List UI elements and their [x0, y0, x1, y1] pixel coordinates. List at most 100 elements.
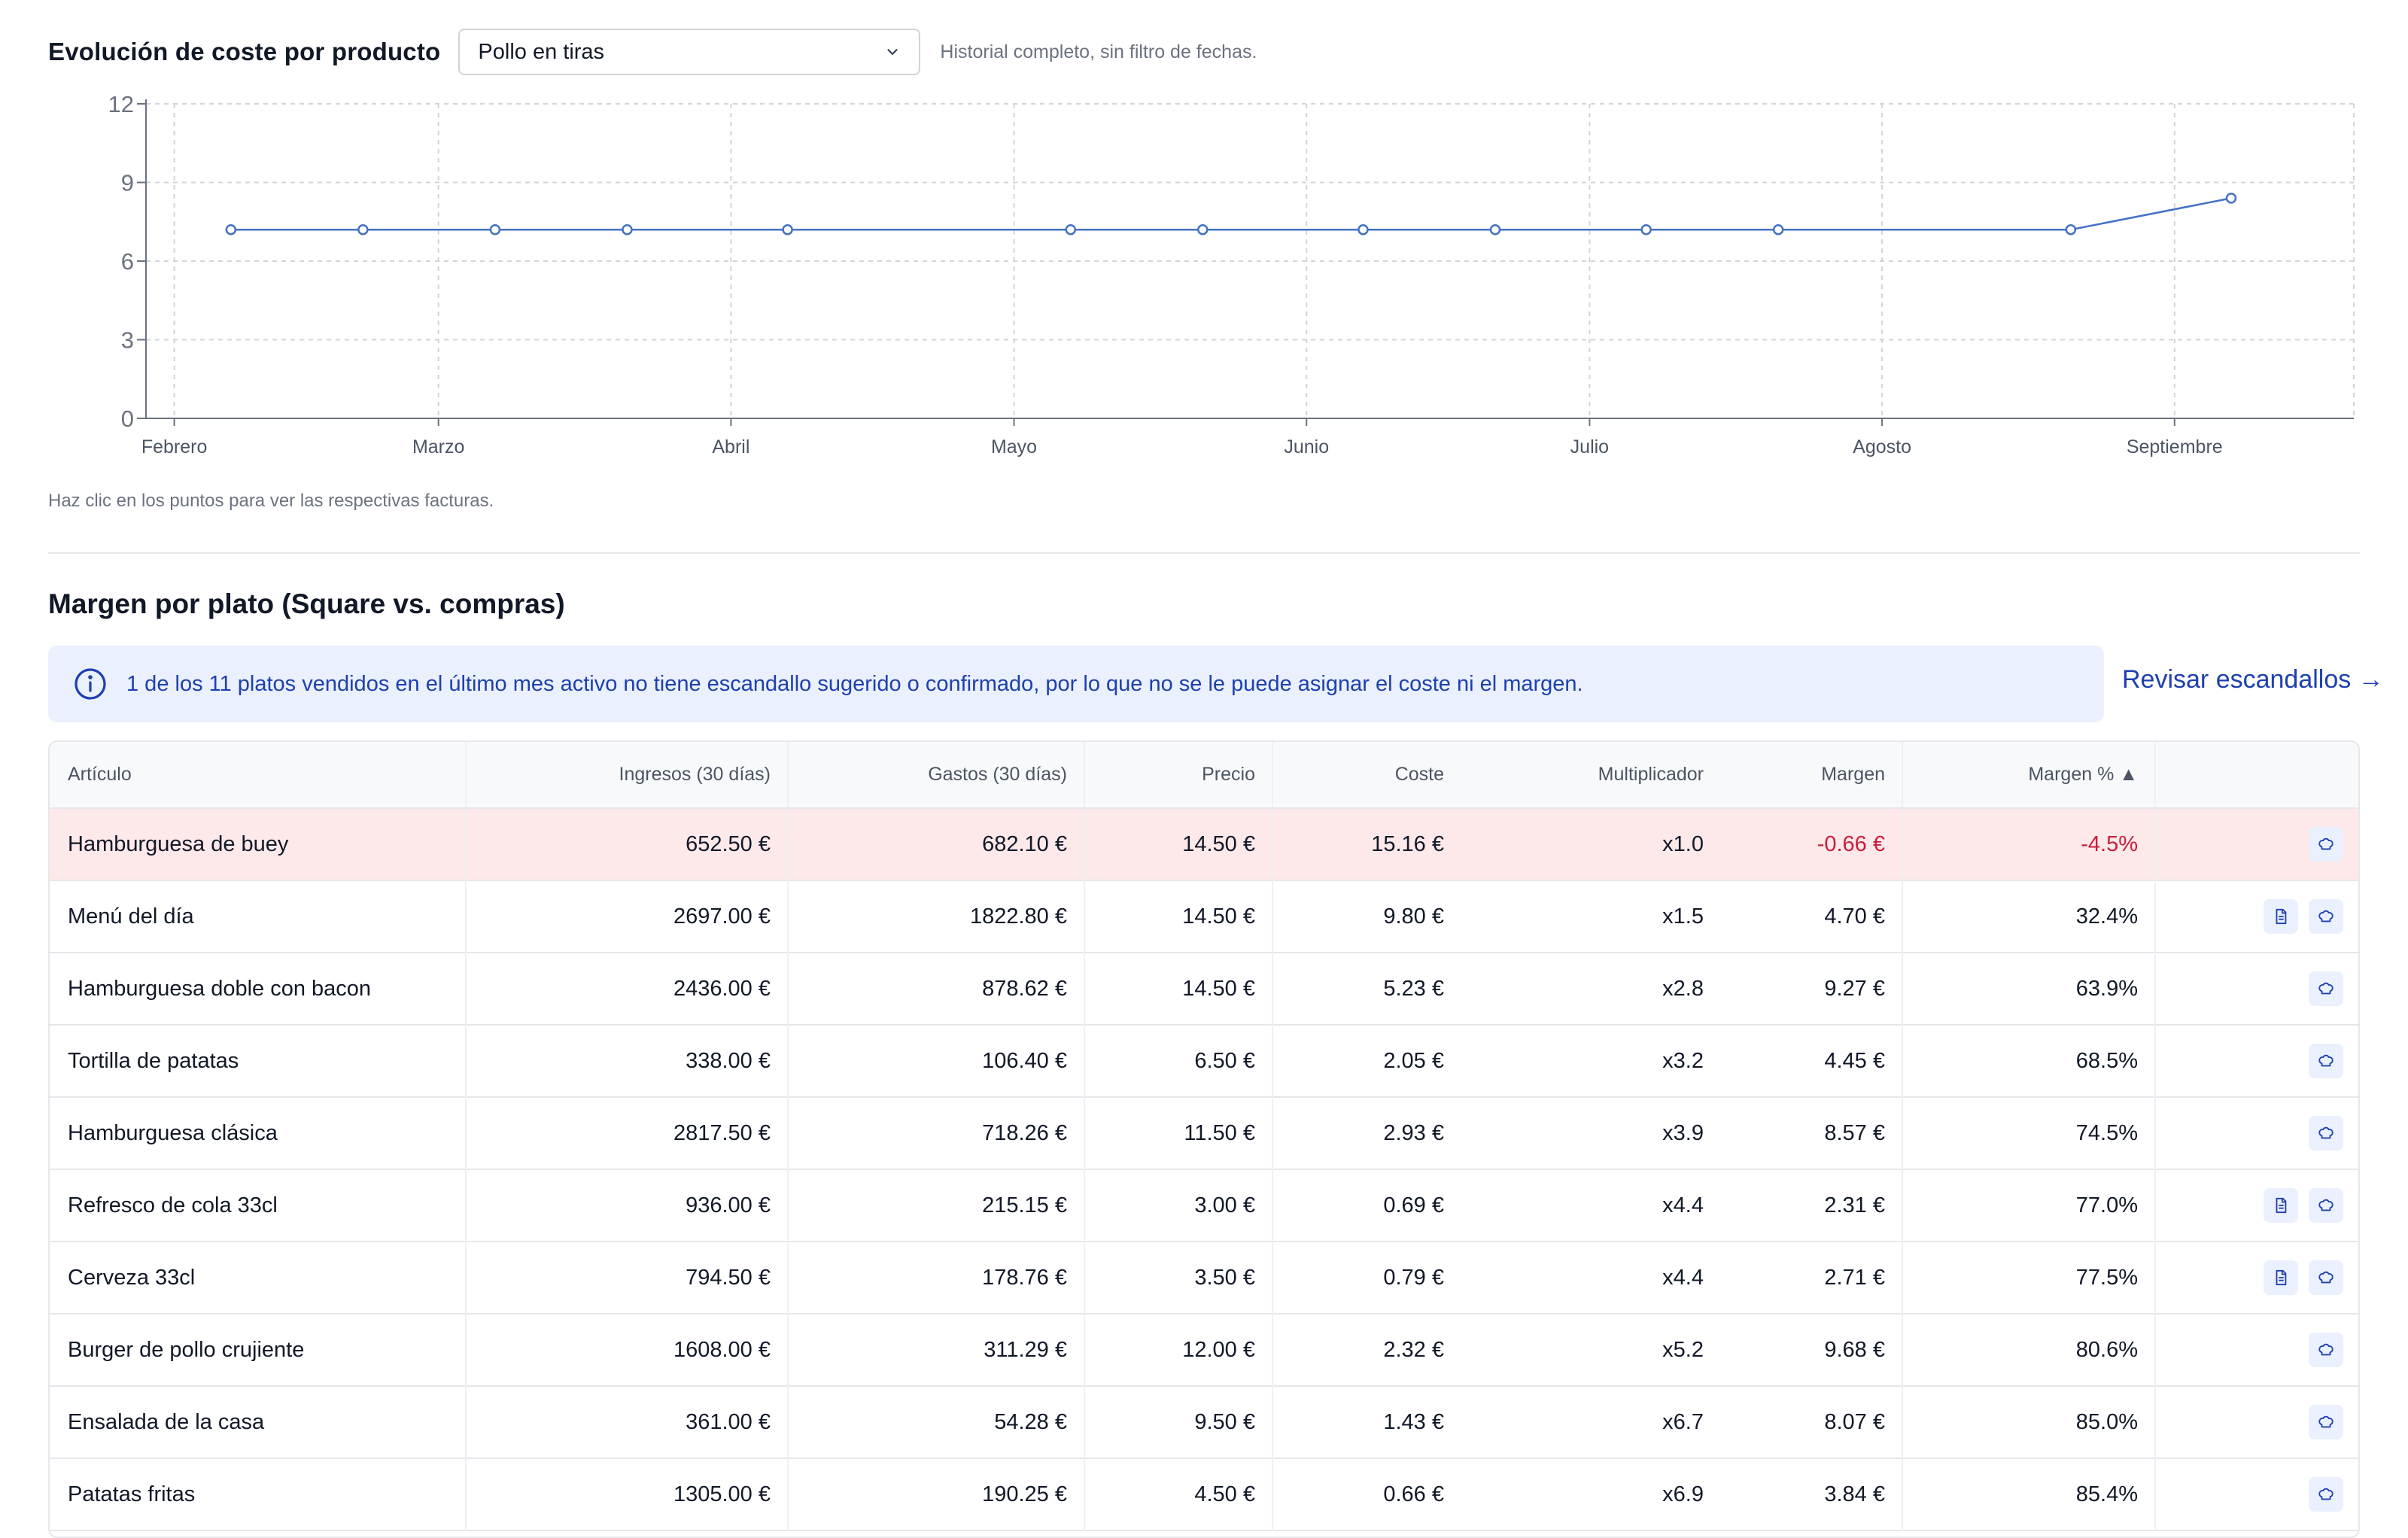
recipe-button[interactable]: [2309, 827, 2343, 862]
x-tick-label: Junio: [1284, 436, 1329, 457]
cost-data-point[interactable]: [489, 223, 501, 236]
x-tick-label: Marzo: [412, 436, 464, 457]
product-select[interactable]: Pollo en tiras: [458, 29, 921, 75]
cell-margin: 4.45 €: [1720, 1025, 1903, 1097]
cell-margin-pct: 77.5%: [1902, 1242, 2156, 1314]
invoice-button[interactable]: [2264, 1260, 2298, 1295]
x-tick-label: Febrero: [141, 436, 208, 457]
cost-data-point[interactable]: [2065, 223, 2077, 236]
cost-data-point[interactable]: [1489, 223, 1501, 236]
cell-price: 14.50 €: [1084, 808, 1273, 880]
chef-hat-icon: [2318, 1053, 2334, 1069]
recipe-button[interactable]: [2309, 1333, 2343, 1367]
cell-cost: 1.43 €: [1383, 1409, 1444, 1434]
cell-margin: 2.31 €: [1720, 1169, 1903, 1242]
cell-actions: [2155, 1169, 2358, 1242]
cell-price: 6.50 €: [1084, 1025, 1273, 1097]
recipe-button[interactable]: [2309, 971, 2343, 1006]
alert-text: 1 de los 11 platos vendidos en el último…: [126, 671, 1583, 696]
row-actions: [2172, 1116, 2343, 1150]
cost-data-point[interactable]: [357, 223, 369, 236]
cell-price: 9.50 €: [1084, 1386, 1273, 1458]
cost-data-point[interactable]: [2225, 193, 2237, 204]
cost-evolution-title: Evolución de coste por producto: [48, 38, 441, 65]
cell-margin: 8.57 €: [1720, 1097, 1903, 1169]
y-tick-label: 12: [108, 91, 134, 117]
table-row[interactable]: Hamburguesa de buey 652.50 €682.10 €14.50…: [50, 808, 2358, 880]
cell-price: 3.00 €: [1084, 1169, 1273, 1242]
cost-data-point[interactable]: [1640, 223, 1652, 236]
cost-data-point[interactable]: [1197, 223, 1209, 236]
cell-article: Hamburguesa de buey: [50, 808, 467, 880]
row-actions: [2172, 1188, 2343, 1223]
table-row[interactable]: Refresco de cola 33cl 936.00 €215.15 €3.0…: [50, 1169, 2358, 1242]
cell-cost: 0.66 €: [1383, 1482, 1444, 1506]
cell-income: 1608.00 €: [466, 1314, 789, 1386]
table-row[interactable]: Ensalada de la casa 361.00 €54.28 €9.50 €…: [50, 1386, 2358, 1458]
cost-data-point[interactable]: [622, 223, 633, 236]
recipe-button[interactable]: [2309, 899, 2343, 934]
cell-margin-pct: 77.0%: [1902, 1169, 2156, 1242]
column-header-expenses[interactable]: Gastos (30 días): [788, 742, 1085, 809]
cost-data-point[interactable]: [1772, 223, 1784, 236]
cell-multiplier: x4.4: [1662, 1265, 1704, 1290]
table-row[interactable]: Patatas fritas 1305.00 €190.25 €4.50 € 0.6…: [50, 1458, 2358, 1530]
table-row[interactable]: Cerveza 33cl 794.50 €178.76 €3.50 € 0.79 €…: [50, 1242, 2358, 1314]
x-tick-label: Abril: [712, 436, 749, 457]
cost-data-point[interactable]: [225, 223, 237, 236]
column-header-margin[interactable]: Margen: [1720, 742, 1903, 809]
cell-expenses: 54.28 €: [788, 1386, 1085, 1458]
cell-margin: 9.68 €: [1720, 1314, 1903, 1386]
cost-data-point[interactable]: [1065, 223, 1077, 236]
invoice-button[interactable]: [2264, 899, 2298, 934]
column-header-article[interactable]: Artículo: [50, 742, 467, 809]
x-tick-label: Julio: [1570, 436, 1609, 457]
invoice-button[interactable]: [2264, 1188, 2298, 1223]
column-header-actions: [2155, 742, 2358, 809]
cell-actions: [2155, 1025, 2358, 1097]
table-row[interactable]: Hamburguesa clásica 2817.50 €718.26 €11.5…: [50, 1097, 2358, 1169]
column-header-income[interactable]: Ingresos (30 días): [466, 742, 789, 809]
table-row[interactable]: Burger de pollo crujiente 1608.00 €311.29…: [50, 1314, 2358, 1386]
y-tick-label: 9: [121, 170, 134, 196]
cell-article: Patatas fritas: [50, 1458, 467, 1530]
cell-multiplier: x6.7: [1662, 1409, 1704, 1434]
cell-price: 11.50 €: [1084, 1097, 1273, 1169]
cell-multiplier: x3.2: [1662, 1048, 1704, 1073]
cell-expenses: 718.26 €: [788, 1097, 1085, 1169]
chart-hint: Haz clic en los puntos para ver las resp…: [48, 491, 494, 511]
recipe-button[interactable]: [2309, 1188, 2343, 1223]
column-header-cost[interactable]: Coste: [1272, 742, 1461, 809]
recipe-button[interactable]: [2309, 1260, 2343, 1295]
row-actions: [2172, 1044, 2343, 1078]
table-row[interactable]: Tortilla de patatas 338.00 €106.40 €6.50 …: [50, 1025, 2358, 1097]
cost-data-point[interactable]: [1358, 223, 1369, 236]
document-icon: [2273, 1269, 2289, 1286]
cell-actions: [2155, 1458, 2358, 1530]
recipe-button[interactable]: [2309, 1405, 2343, 1439]
recipe-button[interactable]: [2309, 1116, 2343, 1150]
column-header-margin-pct[interactable]: Margen % ▲: [1902, 742, 2156, 809]
cell-expenses: 106.40 €: [788, 1025, 1085, 1097]
row-actions: [2172, 1477, 2343, 1512]
recipe-button[interactable]: [2309, 1044, 2343, 1078]
x-tick-label: Agosto: [1853, 436, 1911, 457]
column-header-price[interactable]: Precio: [1084, 742, 1273, 809]
column-header-multiplier[interactable]: Multiplicador: [1461, 742, 1720, 809]
chef-hat-icon: [2318, 1269, 2334, 1286]
cell-margin: -0.66 €: [1720, 808, 1903, 880]
table-row[interactable]: Hamburguesa doble con bacon 2436.00 €878.…: [50, 953, 2358, 1025]
cell-price: 14.50 €: [1084, 953, 1273, 1025]
cell-income: 1305.00 €: [466, 1458, 789, 1530]
chef-hat-icon: [2318, 980, 2334, 997]
cell-article: Refresco de cola 33cl: [50, 1169, 467, 1242]
table-row[interactable]: Menú del día 2697.00 €1822.80 €14.50 € 9.8…: [50, 880, 2358, 953]
cell-multiplier: x6.9: [1662, 1482, 1704, 1506]
cell-margin-pct: 80.6%: [1902, 1314, 2156, 1386]
cost-data-point[interactable]: [782, 223, 793, 236]
document-icon: [2273, 1197, 2289, 1214]
review-recipes-link[interactable]: Revisar escandallos →: [2122, 665, 2384, 695]
chef-hat-icon: [2318, 908, 2334, 925]
cell-multiplier: x2.8: [1662, 976, 1704, 1001]
recipe-button[interactable]: [2309, 1477, 2343, 1512]
